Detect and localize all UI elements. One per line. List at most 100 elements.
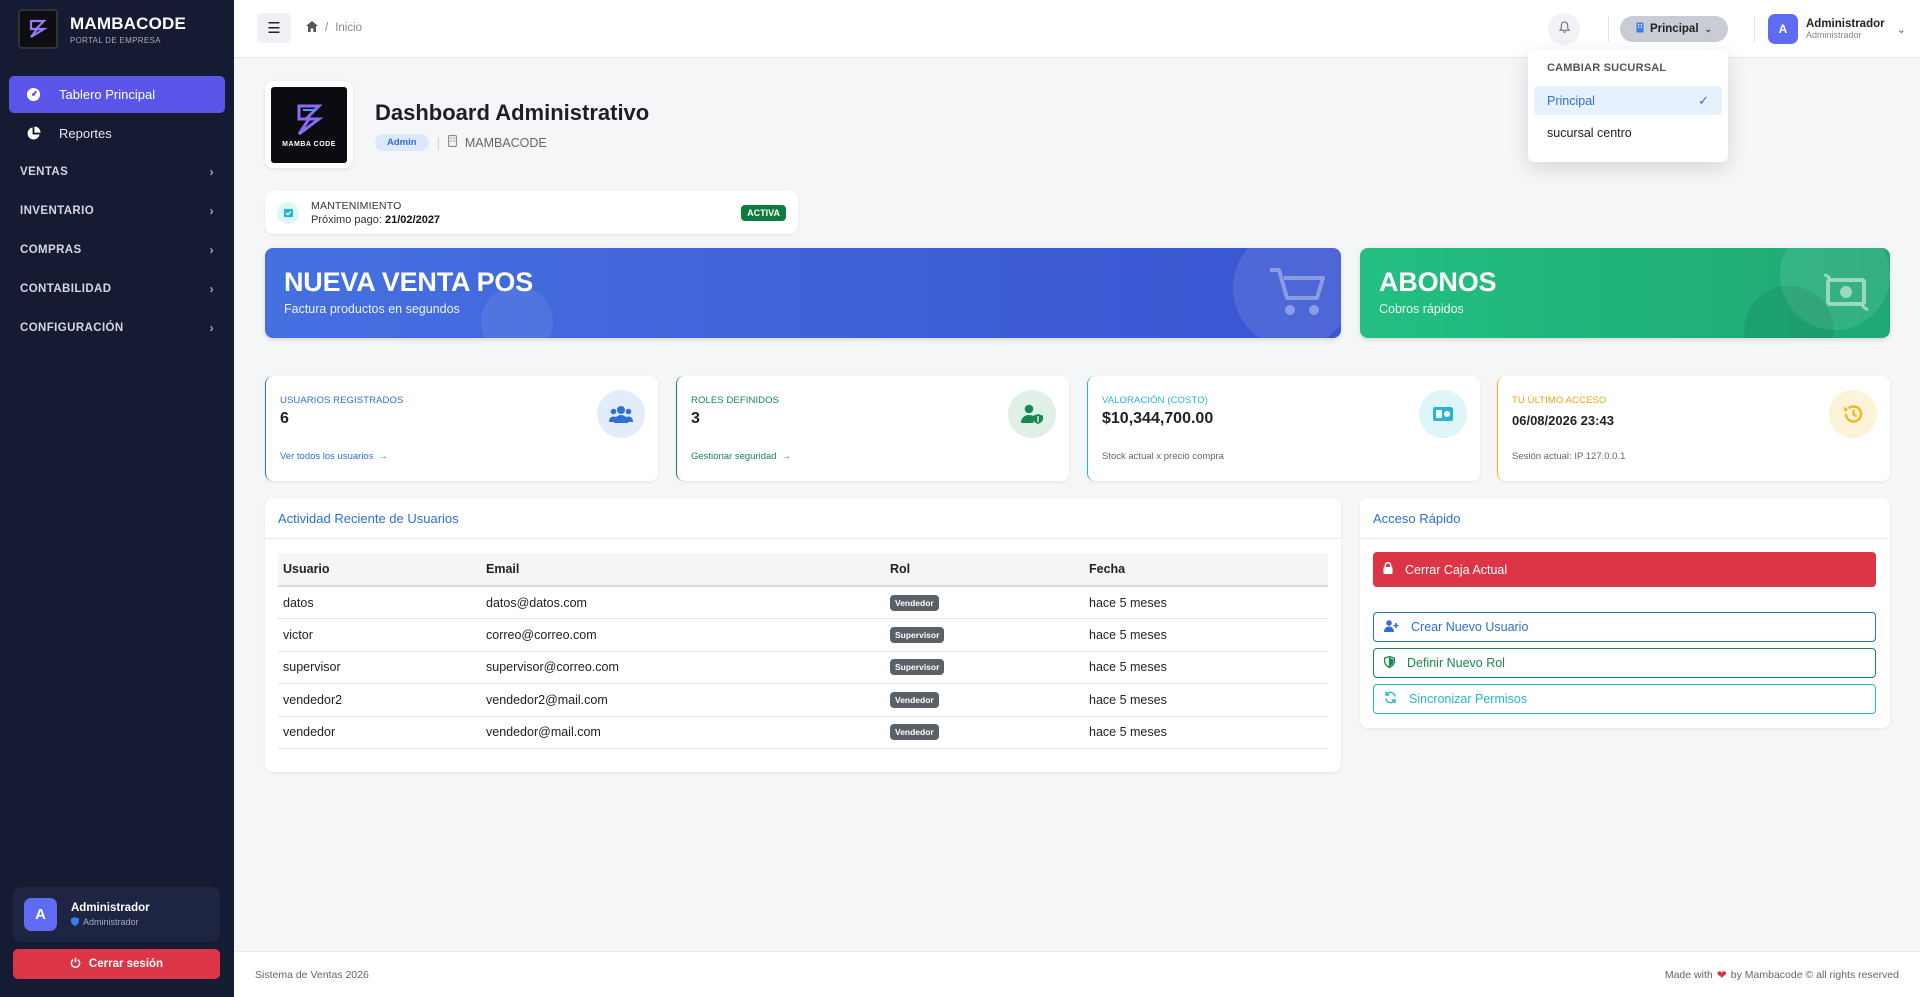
brand[interactable]: MAMBACODE PORTAL DE EMPRESA (0, 0, 234, 58)
chevron-down-icon: ⌄ (1896, 23, 1906, 36)
manage-security-link[interactable]: Gestionar seguridad → (691, 451, 791, 462)
option-label: sucursal centro (1547, 125, 1632, 140)
next-payment-label: Próximo pago: (311, 213, 382, 226)
status-badge: ACTIVA (741, 204, 786, 221)
define-role-button[interactable]: Definir Nuevo Rol (1373, 648, 1876, 678)
company-name: MAMBACODE (464, 135, 547, 150)
sidebar-group-configuracion[interactable]: CONFIGURACIÓN › (0, 308, 234, 347)
shield-icon (1383, 655, 1396, 671)
cell-email: vendedor2@mail.com (481, 683, 885, 717)
history-icon (1829, 390, 1877, 438)
create-user-button[interactable]: Crear Nuevo Usuario (1373, 612, 1876, 642)
stat-card-roles: ROLES DEFINIDOS 3 Gestionar seguridad → (676, 376, 1069, 481)
user-role: Administrador (83, 917, 139, 927)
stat-value: 3 (691, 410, 700, 427)
group-label: COMPRAS (20, 243, 82, 256)
role-badge: Vendedor (890, 724, 939, 741)
sidebar-item-label: Reportes (59, 126, 112, 141)
stat-footnote: Sesión actual: IP 127.0.0.1 (1512, 451, 1625, 462)
stat-footnote: Stock actual x precio compra (1102, 451, 1224, 462)
footer-right: Made with ❤ by Mambacode © all rights re… (1665, 968, 1899, 982)
role-badge: Supervisor (890, 626, 945, 643)
button-label: Definir Nuevo Rol (1407, 656, 1505, 670)
group-label: VENTAS (20, 165, 69, 178)
cell-email: supervisor@correo.com (481, 651, 885, 684)
maintenance-card: MANTENIMIENTO Próximo pago: 21/02/2027 A… (265, 191, 798, 234)
promo-title: NUEVA VENTA POS (284, 267, 534, 297)
cell-email: correo@correo.com (481, 618, 885, 652)
cell-role: Vendedor (885, 683, 1084, 717)
breadcrumb: / Inicio (306, 21, 362, 35)
user-menu[interactable]: A Administrador Administrador ⌄ (1768, 14, 1906, 44)
breadcrumb-separator: / (325, 22, 329, 34)
bell-icon (1558, 20, 1570, 38)
cell-date: hace 5 meses (1084, 618, 1328, 652)
payments-card[interactable]: ABONOS Cobros rápidos (1360, 248, 1890, 338)
user-shield-icon (1008, 390, 1056, 438)
cell-user: victor (278, 618, 481, 652)
table-row: supervisor supervisor@correo.com Superviso… (278, 651, 1328, 684)
cell-email: vendedor@mail.com (481, 716, 885, 749)
card-title: Actividad Reciente de Usuarios (265, 498, 1341, 539)
cell-role: Supervisor (885, 651, 1084, 684)
cell-user: vendedor (278, 716, 481, 749)
footnote-label: Sesión actual: IP 127.0.0.1 (1512, 451, 1626, 462)
quick-access-card: Acceso Rápido Cerrar Caja Actual Crear N… (1360, 498, 1890, 728)
sync-permissions-button[interactable]: Sincronizar Permisos (1373, 684, 1876, 714)
column-header[interactable]: Usuario (278, 553, 481, 587)
new-sale-pos-card[interactable]: NUEVA VENTA POS Factura productos en seg… (265, 248, 1341, 338)
recent-activity-card: Actividad Reciente de Usuarios Usuario E… (265, 498, 1341, 772)
logout-button[interactable]: Cerrar sesión (13, 949, 220, 979)
column-header[interactable]: Email (481, 553, 885, 587)
role-badge: Vendedor (890, 691, 939, 708)
branch-option-principal[interactable]: Principal ✓ (1534, 86, 1722, 115)
cell-date: hace 5 meses (1084, 586, 1328, 619)
logo-text: MAMBA CODE (282, 140, 336, 148)
divider (1754, 16, 1755, 42)
sidebar-group-ventas[interactable]: VENTAS › (0, 152, 234, 191)
cell-email: datos@datos.com (481, 586, 885, 619)
activity-table: Usuario Email Rol Fecha datos datos@datos… (278, 553, 1328, 749)
sidebar: MAMBACODE PORTAL DE EMPRESA Tablero Prin… (0, 0, 234, 997)
heart-icon: ❤ (1716, 967, 1727, 982)
column-header[interactable]: Rol (885, 553, 1084, 587)
branch-selector-button[interactable]: Principal ⌄ (1620, 16, 1728, 42)
stat-label: VALORACIÓN (COSTO) (1102, 395, 1208, 406)
sidebar-item-dashboard[interactable]: Tablero Principal (9, 76, 225, 113)
notifications-button[interactable] (1548, 13, 1580, 45)
promo-subtitle: Factura productos en segundos (284, 302, 460, 316)
sidebar-user-card[interactable]: A Administrador Administrador (13, 887, 220, 942)
shield-icon (71, 916, 79, 928)
view-users-link[interactable]: Ver todos los usuarios → (280, 451, 388, 462)
breadcrumb-current: Inicio (335, 22, 363, 34)
cell-role: Supervisor (885, 618, 1084, 652)
avatar: A (24, 898, 57, 931)
menu-toggle-button[interactable]: ☰ (257, 13, 291, 43)
table-row: vendedor2 vendedor2@mail.com Vendedor hace … (278, 683, 1328, 717)
footnote-label: Stock actual x precio compra (1102, 451, 1224, 462)
user-plus-icon (1384, 619, 1399, 635)
stat-value: 06/08/2026 23:43 (1512, 413, 1614, 428)
sidebar-group-inventario[interactable]: INVENTARIO › (0, 191, 234, 230)
cash-register-icon (1419, 390, 1467, 438)
footer-left: Sistema de Ventas 2026 (255, 968, 369, 981)
home-icon[interactable] (306, 21, 318, 35)
brand-subtitle: PORTAL DE EMPRESA (70, 35, 161, 45)
column-header[interactable]: Fecha (1084, 553, 1328, 587)
table-row: victor correo@correo.com Supervisor hace 5 … (278, 618, 1328, 652)
role-badge: Admin (375, 134, 429, 151)
sidebar-group-contabilidad[interactable]: CONTABILIDAD › (0, 269, 234, 308)
branch-option-centro[interactable]: sucursal centro (1534, 118, 1722, 147)
table-header-row: Usuario Email Rol Fecha (278, 553, 1328, 587)
table-row: datos datos@datos.com Vendedor hace 5 meses (278, 586, 1328, 619)
next-payment-date: 21/02/2027 (385, 213, 441, 226)
close-cash-button[interactable]: Cerrar Caja Actual (1373, 552, 1876, 587)
divider (1608, 16, 1609, 42)
cell-user: supervisor (278, 651, 481, 684)
user-role: Administrador (1806, 30, 1862, 40)
footer: Sistema de Ventas 2026 Made with ❤ by Ma… (234, 951, 1920, 997)
sidebar-group-compras[interactable]: COMPRAS › (0, 230, 234, 269)
sidebar-item-reports[interactable]: Reportes (9, 115, 225, 152)
stat-value: $10,344,700.00 (1102, 410, 1214, 427)
chevron-right-icon: › (209, 320, 214, 335)
